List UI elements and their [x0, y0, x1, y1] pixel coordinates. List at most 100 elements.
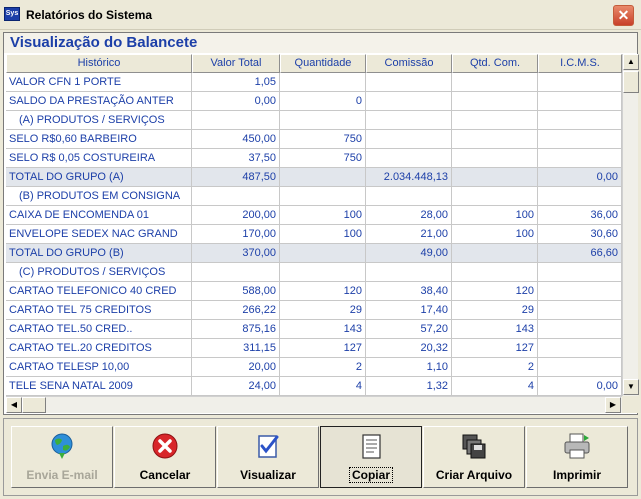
cell-quantidade: [280, 263, 366, 282]
grid-body[interactable]: VALOR CFN 1 PORTE 1,05 SALDO DA PRESTAÇÃO …: [6, 73, 622, 396]
cell-icms: [538, 130, 622, 149]
scroll-left-button[interactable]: ◀: [6, 397, 22, 413]
globe-email-icon: [51, 433, 73, 459]
column-header-icms[interactable]: I.C.M.S.: [538, 54, 622, 73]
table-row[interactable]: (B) PRODUTOS EM CONSIGNA: [6, 187, 622, 206]
cell-icms: 30,60: [538, 225, 622, 244]
visualizar-label: Visualizar: [240, 468, 296, 482]
table-row[interactable]: (A) PRODUTOS / SERVIÇOS: [6, 111, 622, 130]
cell-comissao: [366, 92, 452, 111]
column-header-valor-total[interactable]: Valor Total: [192, 54, 280, 73]
envia-email-label: Envia E-mail: [26, 468, 98, 482]
table-row[interactable]: VALOR CFN 1 PORTE 1,05: [6, 73, 622, 92]
table-row[interactable]: TELE SENA NATAL 2009 24,00 4 1,32 4 0,00: [6, 377, 622, 396]
cell-valor-total: 588,00: [192, 282, 280, 301]
cell-historico: CAIXA DE ENCOMENDA 01: [6, 206, 192, 225]
cell-icms: [538, 301, 622, 320]
cell-historico: (B) PRODUTOS EM CONSIGNA: [6, 187, 192, 206]
vertical-scroll-thumb[interactable]: [623, 71, 639, 93]
cell-historico: (A) PRODUTOS / SERVIÇOS: [6, 111, 192, 130]
cell-icms: [538, 282, 622, 301]
visualizar-button[interactable]: Visualizar: [217, 426, 319, 488]
table-total-row[interactable]: TOTAL DO GRUPO (A) 487,50 2.034.448,13 0,00: [6, 168, 622, 187]
table-row[interactable]: CARTAO TEL.20 CREDITOS 311,15 127 20,32 127: [6, 339, 622, 358]
cell-valor-total: [192, 187, 280, 206]
cell-qtd-com: [452, 187, 538, 206]
scroll-right-button[interactable]: ▶: [605, 397, 621, 413]
panel-title: Visualização do Balancete: [10, 34, 198, 51]
cell-quantidade: [280, 244, 366, 263]
cell-valor-total: 170,00: [192, 225, 280, 244]
cell-icms: [538, 92, 622, 111]
imprimir-label: Imprimir: [552, 468, 601, 482]
balancete-panel: Visualização do Balancete Histórico Valo…: [3, 32, 639, 415]
imprimir-button[interactable]: Imprimir: [526, 426, 628, 488]
table-row[interactable]: SELO R$ 0,05 COSTUREIRA 37,50 750: [6, 149, 622, 168]
column-header-historico[interactable]: Histórico: [6, 54, 192, 73]
table-row[interactable]: CAIXA DE ENCOMENDA 01 200,00 100 28,00 100 36…: [6, 206, 622, 225]
scroll-up-button[interactable]: ▲: [623, 54, 639, 70]
cell-qtd-com: 100: [452, 225, 538, 244]
cell-historico: TOTAL DO GRUPO (B): [6, 244, 192, 263]
cell-valor-total: 24,00: [192, 377, 280, 396]
scroll-corner: [622, 396, 638, 413]
cell-comissao: [366, 149, 452, 168]
cell-historico: (C) PRODUTOS / SERVIÇOS: [6, 263, 192, 282]
cell-qtd-com: [452, 111, 538, 130]
cell-quantidade: 127: [280, 339, 366, 358]
cell-valor-total: 311,15: [192, 339, 280, 358]
cell-icms: 36,00: [538, 206, 622, 225]
cell-qtd-com: [452, 168, 538, 187]
scroll-down-button[interactable]: ▼: [623, 379, 639, 395]
table-row[interactable]: SELO R$0,60 BARBEIRO 450,00 750: [6, 130, 622, 149]
cell-quantidade: 750: [280, 130, 366, 149]
cell-comissao: [366, 187, 452, 206]
table-row[interactable]: CARTAO TELEFONICO 40 CRED 588,00 120 38,40 1…: [6, 282, 622, 301]
cell-historico: CARTAO TELESP 10,00: [6, 358, 192, 377]
copiar-label: Copiar: [349, 467, 393, 483]
cell-qtd-com: 100: [452, 206, 538, 225]
table-total-row[interactable]: TOTAL DO GRUPO (B) 370,00 49,00 66,60: [6, 244, 622, 263]
cell-historico: CARTAO TEL.20 CREDITOS: [6, 339, 192, 358]
column-header-quantidade[interactable]: Quantidade: [280, 54, 366, 73]
title-bar: Sys Relatórios do Sistema ✕: [0, 0, 641, 30]
cell-comissao: 20,32: [366, 339, 452, 358]
app-icon: Sys: [4, 7, 20, 21]
criar-arquivo-button[interactable]: Criar Arquivo: [423, 426, 525, 488]
column-header-comissao[interactable]: Comissão: [366, 54, 452, 73]
cancelar-button[interactable]: Cancelar: [114, 426, 216, 488]
envia-email-button[interactable]: Envia E-mail: [11, 426, 113, 488]
cell-comissao: 17,40: [366, 301, 452, 320]
cell-comissao: 49,00: [366, 244, 452, 263]
horizontal-scrollbar[interactable]: ◀ ▶: [6, 396, 622, 413]
cell-historico: SELO R$0,60 BARBEIRO: [6, 130, 192, 149]
grid-header: Histórico Valor Total Quantidade Comissã…: [6, 54, 622, 73]
horizontal-scroll-thumb[interactable]: [22, 397, 46, 413]
column-header-qtd-com[interactable]: Qtd. Com.: [452, 54, 538, 73]
cell-valor-total: 370,00: [192, 244, 280, 263]
table-row[interactable]: CARTAO TELESP 10,00 20,00 2 1,10 2: [6, 358, 622, 377]
preview-check-icon: [258, 435, 279, 458]
cell-qtd-com: [452, 92, 538, 111]
table-row[interactable]: CARTAO TEL.50 CRED.. 875,16 143 57,20 143: [6, 320, 622, 339]
table-row[interactable]: ENVELOPE SEDEX NAC GRAND 170,00 100 21,00 10…: [6, 225, 622, 244]
vertical-scrollbar[interactable]: ▲ ▼: [622, 54, 639, 396]
printer-icon: [564, 433, 590, 459]
cell-comissao: 21,00: [366, 225, 452, 244]
document-copy-icon: [362, 434, 381, 459]
table-row[interactable]: SALDO DA PRESTAÇÃO ANTER 0,00 0: [6, 92, 622, 111]
copiar-button[interactable]: Copiar: [320, 426, 422, 488]
cell-quantidade: 100: [280, 225, 366, 244]
cell-valor-total: 37,50: [192, 149, 280, 168]
cell-qtd-com: 2: [452, 358, 538, 377]
close-button[interactable]: ✕: [613, 5, 634, 26]
table-row[interactable]: CARTAO TEL 75 CREDITOS 266,22 29 17,40 29: [6, 301, 622, 320]
floppy-disks-icon: [462, 434, 486, 459]
cell-comissao: 28,00: [366, 206, 452, 225]
table-row[interactable]: (C) PRODUTOS / SERVIÇOS: [6, 263, 622, 282]
cell-quantidade: 29: [280, 301, 366, 320]
cell-historico: SALDO DA PRESTAÇÃO ANTER: [6, 92, 192, 111]
cell-historico: CARTAO TEL 75 CREDITOS: [6, 301, 192, 320]
cell-historico: VALOR CFN 1 PORTE: [6, 73, 192, 92]
cell-comissao: 38,40: [366, 282, 452, 301]
